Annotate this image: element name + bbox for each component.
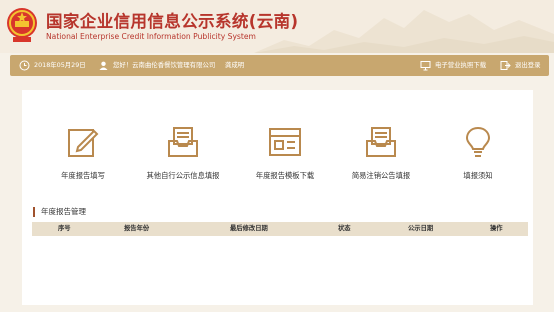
lightbulb-icon	[465, 126, 491, 157]
user-toolbar: 2018年05月29日 您好！云南曲伦香餐饮管理有限公司 龚成明 电子营业执照下…	[10, 55, 549, 76]
edit-form-icon	[68, 129, 99, 157]
column-header: 公示日期	[408, 225, 434, 232]
tile-simple-cancellation[interactable]: 简易注销公告填报	[343, 123, 419, 183]
user-icon	[99, 61, 108, 70]
column-header: 操作	[490, 225, 503, 232]
table-header: 序号 报告年份 最后修改日期 状态 公示日期 操作	[32, 222, 528, 236]
tile-annual-report-fill[interactable]: 年度报告填写	[45, 123, 121, 183]
column-header: 报告年份	[124, 225, 150, 232]
current-date: 2018年05月29日	[34, 61, 86, 69]
greeting-text: 您好！云南曲伦香餐饮管理有限公司	[113, 61, 216, 69]
tile-label: 简易注销公告填报	[351, 171, 411, 180]
monitor-download-icon	[420, 61, 431, 71]
template-window-icon	[269, 128, 301, 156]
great-wall-background	[254, 10, 554, 53]
tile-label: 年度报告模板下载	[255, 171, 315, 180]
logout-icon	[500, 61, 511, 70]
column-header: 状态	[338, 225, 351, 232]
national-emblem-icon	[7, 8, 37, 42]
license-download-link[interactable]: 电子营业执照下载	[435, 55, 486, 76]
section-title: 年度报告管理	[33, 207, 86, 217]
inbox-document-icon	[168, 127, 198, 157]
tile-template-download[interactable]: 年度报告模板下载	[247, 123, 323, 183]
logout-link[interactable]: 退出登录	[515, 55, 541, 76]
calendar-icon	[19, 60, 30, 71]
site-subtitle: National Enterprise Credit Information P…	[46, 32, 256, 41]
tile-label: 其他自行公示信息填报	[146, 171, 220, 180]
tile-label: 年度报告填写	[61, 171, 105, 180]
tile-filing-notes[interactable]: 填报须知	[440, 123, 516, 183]
site-title: 国家企业信用信息公示系统(云南)	[46, 12, 299, 31]
inbox-document-icon	[366, 127, 396, 157]
column-header: 最后修改日期	[230, 225, 268, 232]
site-header: 国家企业信用信息公示系统(云南) National Enterprise Cre…	[0, 0, 554, 53]
user-name: 龚成明	[225, 61, 245, 69]
tile-label: 填报须知	[463, 171, 493, 180]
tile-other-disclosure[interactable]: 其他自行公示信息填报	[145, 123, 221, 183]
main-panel: 年度报告填写 其他自行公示信息填报 年度报告模板下载 简易注销公告填报 填报须知…	[22, 90, 533, 305]
column-header: 序号	[58, 225, 71, 232]
